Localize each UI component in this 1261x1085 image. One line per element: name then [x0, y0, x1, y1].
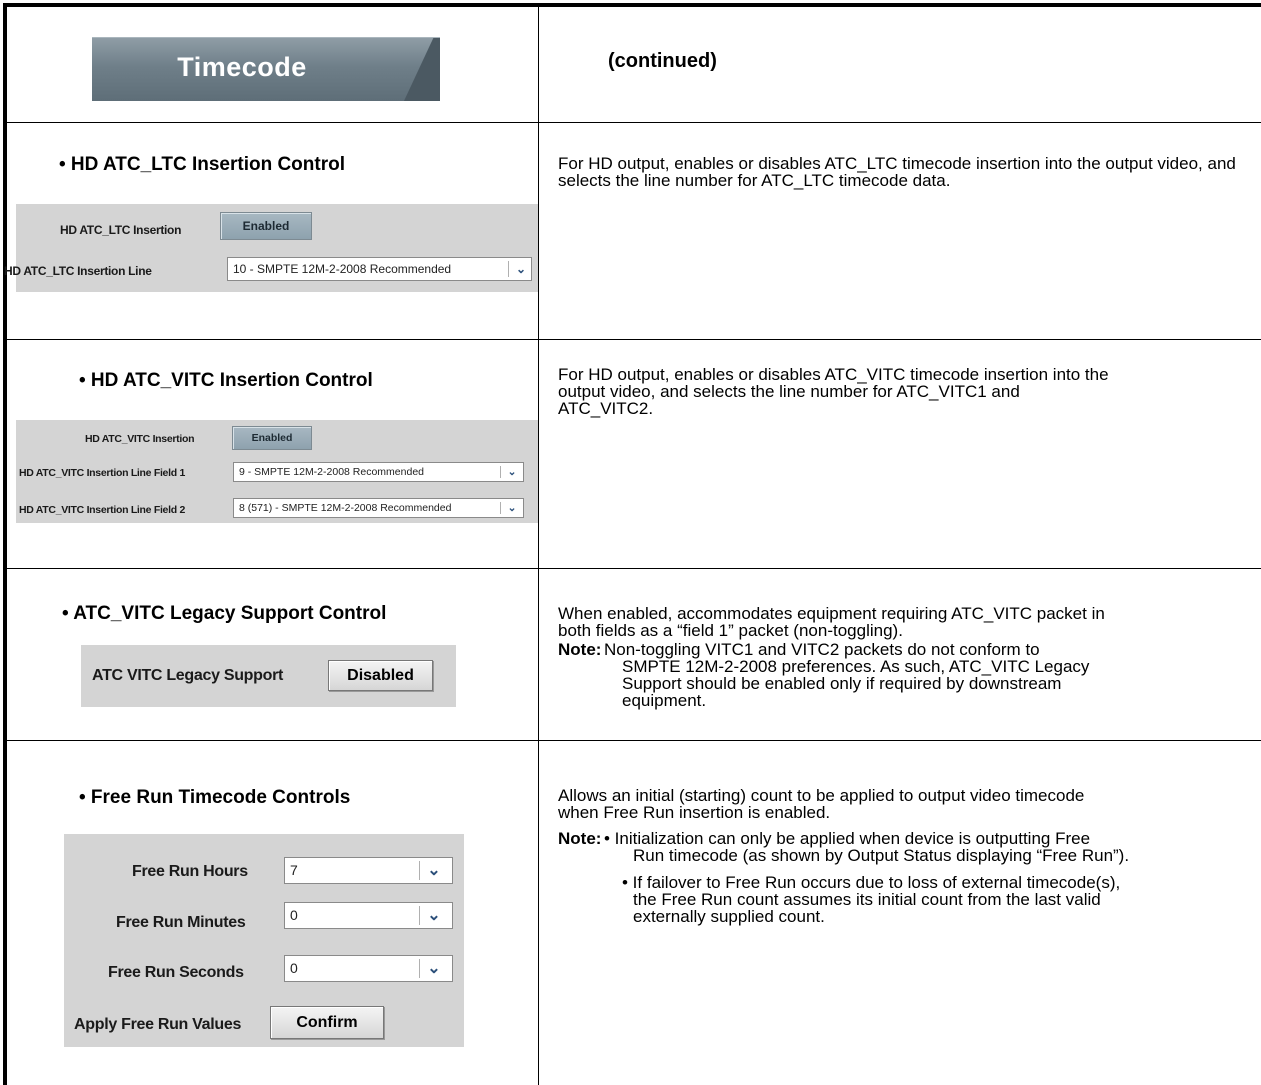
description-free-run-line2: when Free Run insertion is enabled.	[558, 803, 831, 822]
section-tab-title: Timecode	[177, 52, 307, 82]
hd-atc-vitc-field1-select[interactable]: 9 - SMPTE 12M-2-2008 Recommended ⌄	[233, 462, 524, 482]
free-run-minutes-select[interactable]: 0 ⌄	[284, 902, 453, 929]
description-free-run-line1: Allows an initial (starting) count to be…	[558, 786, 1085, 805]
vitc-field1-label: HD ATC_VITC Insertion Line Field 1	[19, 467, 185, 479]
select-value: 0	[290, 960, 298, 976]
legacy-support-label: ATC VITC Legacy Support	[92, 667, 284, 684]
description-hd-atc-ltc: For HD output, enables or disables ATC_L…	[558, 154, 1236, 190]
apply-free-run-label: Apply Free Run Values	[74, 1016, 242, 1033]
chevron-down-icon: ⌄	[507, 466, 517, 478]
note-label-free-run: Note:	[558, 829, 602, 848]
select-divider	[500, 466, 501, 478]
hd-atc-vitc-field2-select[interactable]: 8 (571) - SMPTE 12M-2-2008 Recommended ⌄	[233, 498, 524, 518]
description-hd-atc-vitc-line2: output video, and selects the line numbe…	[558, 382, 1020, 401]
table-border-left	[3, 3, 7, 1085]
control-panel-legacy: ATC VITC Legacy Support Disabled	[81, 645, 456, 707]
chevron-down-icon: ⌄	[427, 960, 441, 977]
select-value: 0	[290, 907, 298, 923]
manual-page: Timecode (continued) • HD ATC_LTC Insert…	[0, 0, 1261, 1085]
chevron-down-icon: ⌄	[507, 502, 517, 514]
table-border-top	[3, 3, 1261, 7]
description-legacy-line1: When enabled, accommodates equipment req…	[558, 604, 1105, 623]
select-value: 9 - SMPTE 12M-2-2008 Recommended	[239, 466, 424, 478]
free-run-hours-select[interactable]: 7 ⌄	[284, 857, 453, 884]
note-free-run-b2-line1: • If failover to Free Run occurs due to …	[622, 873, 1121, 892]
select-divider	[500, 502, 501, 514]
note-label-legacy: Note:	[558, 640, 602, 659]
select-value: 8 (571) - SMPTE 12M-2-2008 Recommended	[239, 502, 452, 514]
insertion-label: HD ATC_LTC Insertion	[60, 223, 182, 237]
section-title-hd-atc-vitc: • HD ATC_VITC Insertion Control	[79, 370, 373, 391]
note-free-run-b2-line2: the Free Run count assumes its initial c…	[633, 890, 1101, 909]
select-divider	[419, 906, 420, 925]
select-divider	[419, 861, 420, 880]
note-free-run-b1-line2: Run timecode (as shown by Output Status …	[633, 846, 1130, 865]
select-divider	[419, 959, 420, 978]
table-divider	[3, 568, 1261, 569]
free-run-seconds-select[interactable]: 0 ⌄	[284, 955, 453, 982]
chevron-down-icon: ⌄	[515, 262, 527, 276]
vitc-insertion-label: HD ATC_VITC Insertion	[85, 433, 195, 445]
insertion-line-label: HD ATC_LTC Insertion Line	[4, 264, 152, 278]
note-legacy-line2: SMPTE 12M-2-2008 preferences. As such, A…	[622, 657, 1090, 676]
control-panel-free-run: Free Run Hours 7 ⌄ Free Run Minutes 0 ⌄ …	[64, 834, 464, 1047]
note-legacy-line4: equipment.	[622, 691, 707, 710]
select-divider	[508, 261, 509, 277]
continued-label: (continued)	[608, 50, 717, 72]
section-title-free-run: • Free Run Timecode Controls	[79, 787, 351, 808]
note-free-run-b1-line1: • Initialization can only be applied whe…	[604, 829, 1091, 848]
legacy-support-toggle[interactable]: Disabled	[328, 660, 433, 691]
hd-atc-ltc-insertion-line-select[interactable]: 10 - SMPTE 12M-2-2008 Recommended ⌄	[227, 257, 532, 281]
free-run-hours-label: Free Run Hours	[132, 863, 248, 880]
table-divider	[3, 339, 1261, 340]
confirm-button[interactable]: Confirm	[270, 1006, 384, 1039]
control-panel-hd-atc-ltc: HD ATC_LTC Insertion Enabled HD ATC_LTC …	[4, 204, 538, 292]
chevron-down-icon: ⌄	[427, 862, 441, 879]
select-value: 10 - SMPTE 12M-2-2008 Recommended	[233, 262, 452, 276]
hd-atc-ltc-insertion-toggle[interactable]: Enabled	[220, 212, 312, 240]
section-title-legacy: • ATC_VITC Legacy Support Control	[62, 603, 387, 624]
table-border-middle	[538, 3, 539, 1085]
hd-atc-vitc-insertion-toggle[interactable]: Enabled	[232, 426, 312, 450]
section-title-hd-atc-ltc: • HD ATC_LTC Insertion Control	[59, 154, 346, 175]
table-divider	[3, 122, 1261, 123]
note-legacy-line3: Support should be enabled only if requir…	[622, 674, 1062, 693]
control-panel-hd-atc-vitc: HD ATC_VITC Insertion Enabled HD ATC_VIT…	[16, 420, 538, 523]
description-legacy-line2: both fields as a “field 1” packet (non-t…	[558, 621, 903, 640]
chevron-down-icon: ⌄	[427, 907, 441, 924]
section-tab: Timecode	[92, 37, 440, 101]
note-legacy-line1: Non-toggling VITC1 and VITC2 packets do …	[604, 640, 1040, 659]
vitc-field2-label: HD ATC_VITC Insertion Line Field 2	[19, 504, 185, 516]
description-hd-atc-vitc-line3: ATC_VITC2.	[558, 399, 654, 418]
note-free-run-b2-line3: externally supplied count.	[633, 907, 825, 926]
free-run-seconds-label: Free Run Seconds	[108, 964, 244, 981]
description-hd-atc-vitc-line1: For HD output, enables or disables ATC_V…	[558, 365, 1109, 384]
free-run-minutes-label: Free Run Minutes	[116, 914, 246, 931]
select-value: 7	[290, 862, 298, 878]
table-divider	[3, 740, 1261, 741]
